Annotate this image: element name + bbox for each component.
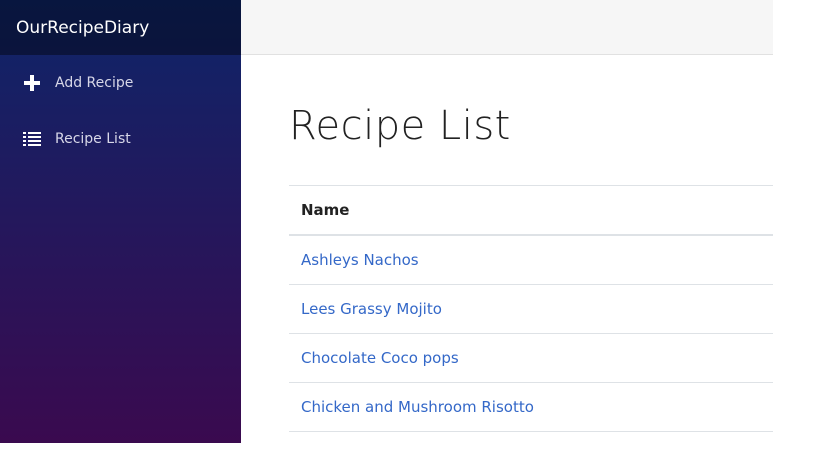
- recipe-link[interactable]: Chicken and Mushroom Risotto: [301, 398, 534, 416]
- table-row: Lees Grassy Mojito: [289, 284, 773, 334]
- brand-bar: OurRecipeDiary: [0, 0, 241, 55]
- list-icon: [22, 129, 42, 149]
- table-row: Chocolate Coco pops: [289, 333, 773, 383]
- brand-title[interactable]: OurRecipeDiary: [16, 18, 149, 38]
- sidebar-item-label: Recipe List: [55, 131, 131, 147]
- sidebar-item-label: Add Recipe: [55, 75, 134, 91]
- table-row: Chicken and Mushroom Risotto: [289, 382, 773, 432]
- recipe-link[interactable]: Lees Grassy Mojito: [301, 300, 442, 318]
- app-shell: OurRecipeDiary Add Recipe Recipe List Re…: [0, 0, 819, 460]
- sidebar-item-recipe-list[interactable]: Recipe List: [0, 111, 241, 167]
- plus-icon: [22, 73, 42, 93]
- page-title: Recipe List: [289, 103, 511, 149]
- top-bar: [241, 0, 773, 55]
- table-row: Ashleys Nachos: [289, 234, 773, 285]
- recipe-link[interactable]: Chocolate Coco pops: [301, 349, 459, 367]
- column-header-name: Name: [289, 185, 773, 236]
- sidebar: OurRecipeDiary Add Recipe Recipe List: [0, 0, 241, 443]
- recipe-table: Name Ashleys Nachos Lees Grassy Mojito C…: [289, 185, 773, 432]
- recipe-link[interactable]: Ashleys Nachos: [301, 251, 419, 269]
- sidebar-nav: Add Recipe Recipe List: [0, 55, 241, 167]
- table-header-row: Name: [289, 185, 773, 236]
- sidebar-item-add-recipe[interactable]: Add Recipe: [0, 55, 241, 111]
